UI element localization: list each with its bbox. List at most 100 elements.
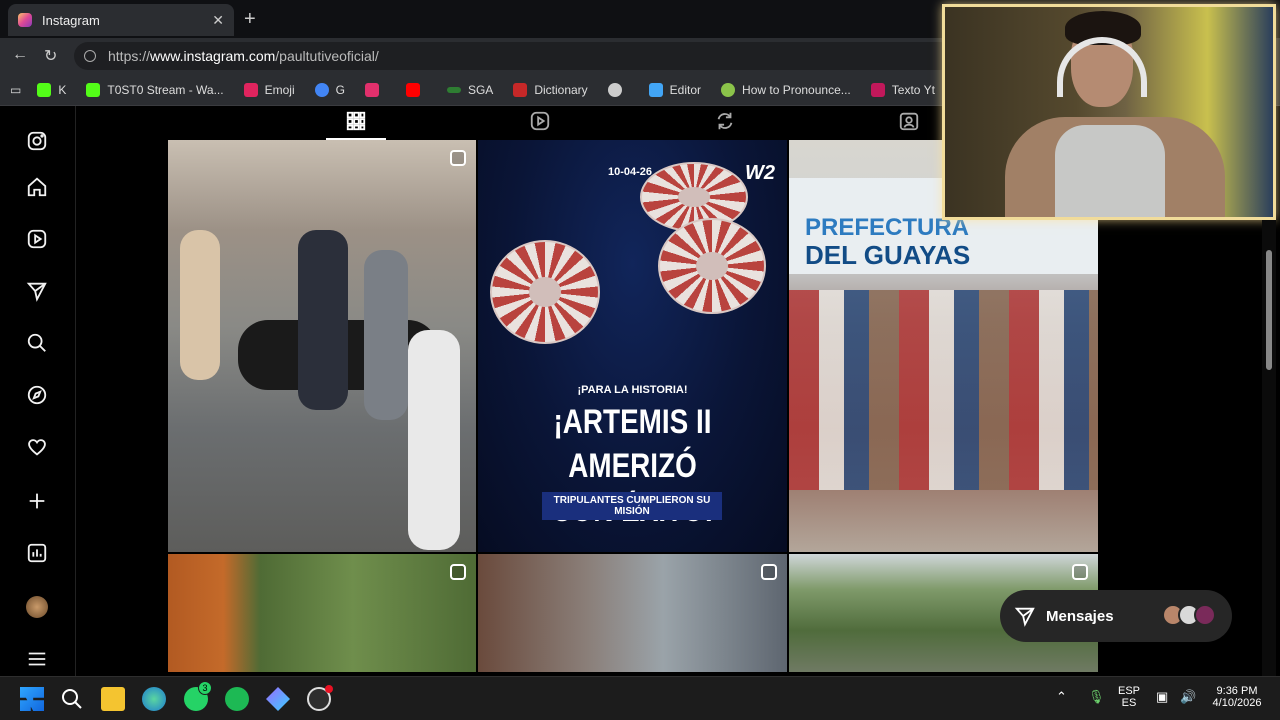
whatsapp-icon[interactable]: 3 [184,681,212,711]
keyboard-layout: ES [1121,697,1137,709]
reel-badge-icon [450,564,466,580]
bookmark-label: Texto Yt [891,82,935,97]
bookmark-label: K [58,82,67,97]
bookmark-youtube[interactable] [405,82,427,97]
language-code: ESP [1117,685,1140,697]
obs-icon[interactable] [307,685,333,711]
openai-icon [607,82,622,97]
back-arrow-icon[interactable]: ← [12,46,28,64]
bookmark-label: Dictionary [534,82,588,97]
bookmark-tosto-stream[interactable]: T0ST0 Stream - Wa... [86,82,224,97]
new-tab-button[interactable]: + [244,8,256,31]
texto-icon [870,82,885,97]
url-prefix: https:// [108,48,151,64]
bookmark-google[interactable]: G [314,82,345,97]
parachute-shape [490,240,600,344]
bookmark-emoji[interactable]: Emoji [243,82,295,97]
tab-instagram[interactable]: Instagram ✕ [8,4,234,36]
insights-icon[interactable] [26,542,48,564]
search-icon[interactable] [60,687,84,711]
home-icon[interactable] [26,176,48,198]
bookmark-instagram[interactable] [364,82,386,97]
app-icon[interactable] [266,687,290,711]
post-artemis-news[interactable]: 10-04-26 W2 ¡PARA LA HISTORIA! ¡ARTEMIS … [478,140,787,552]
address-bar[interactable]: https://www.instagram.com/paultutiveofic… [74,42,954,70]
kick-icon [37,82,52,97]
messages-label: Mensajes [1046,607,1114,625]
youtube-icon [405,82,420,97]
tab-tagged-icon[interactable] [898,110,920,132]
reel-badge-icon [450,150,466,166]
volume-icon[interactable]: 🔊 [1180,689,1196,705]
person-figure [364,250,408,420]
search-icon[interactable] [26,332,48,354]
profile-avatar[interactable] [26,596,48,618]
notifications-heart-icon[interactable] [26,436,48,458]
bookmark-how-to-pronounce[interactable]: How to Pronounce... [721,82,851,97]
tab-reposts-icon[interactable] [714,110,736,132]
pronounce-icon [721,82,736,97]
url-host: www.instagram.com [150,48,276,64]
bookmark-label: Editor [669,82,702,97]
tab-title: Instagram [42,12,100,28]
clock[interactable]: 9:36 PM 4/10/2026 [1206,685,1268,709]
tab-reels-icon[interactable] [529,110,551,132]
spotify-icon[interactable] [225,687,249,711]
crowd-shape [789,290,1098,490]
post-trees[interactable] [168,554,476,672]
reels-icon[interactable] [26,228,48,250]
tray-chevron-icon[interactable]: ⌃ [1056,689,1067,705]
dictionary-icon [513,82,528,97]
editor-icon [648,82,663,97]
google-icon [314,82,329,97]
prefectura-title-2: DEL GUAYAS [805,240,971,270]
messages-icon[interactable] [26,280,48,302]
more-menu-icon[interactable] [26,648,48,670]
post-beach-boat[interactable] [168,140,476,552]
page-scrollbar[interactable] [1262,220,1276,676]
kick-icon [86,82,101,97]
network-icon[interactable]: ▣ [1156,689,1168,705]
tab-posts-grid-icon[interactable] [345,110,367,132]
profile-tabs [168,106,944,136]
create-plus-icon[interactable] [26,490,48,512]
streamer-tanktop [1055,125,1165,217]
close-tab-icon[interactable]: ✕ [212,12,224,29]
news-subtitle: TRIPULANTES CUMPLIERON SU MISIÓN [542,492,722,520]
windows-start-icon[interactable] [20,687,44,711]
instagram-sidebar [0,106,76,676]
instagram-favicon-icon [18,13,32,27]
instagram-logo-icon[interactable] [26,130,48,152]
bookmark-openai[interactable] [607,82,629,97]
scrollbar-thumb[interactable] [1266,250,1272,370]
windows-taskbar: 3 ⌃ 🎙 ESP ES ▣ 🔊 9:36 PM 4/10/2026 [0,676,1280,720]
notification-badge: 3 [198,681,212,695]
bookmark-k[interactable]: K [37,82,67,97]
microphone-icon[interactable]: 🎙 [1088,689,1105,705]
site-info-icon[interactable] [84,50,96,62]
news-date: 10-04-26 [608,166,653,178]
person-figure [180,230,220,380]
post-smoke[interactable] [478,554,787,672]
bookmark-dictionary[interactable]: Dictionary [513,82,588,97]
explore-icon[interactable] [26,384,48,406]
emoji-icon [243,82,258,97]
recording-dot [325,685,333,693]
bookmark-label: G [335,82,345,97]
bookmark-label: SGA [467,82,494,97]
bookmark-editor[interactable]: Editor [648,82,702,97]
reload-icon[interactable]: ↻ [44,46,57,66]
message-avatars [1162,604,1216,626]
bookmark-texto-yt[interactable]: Texto Yt [870,82,935,97]
bookmark-sga[interactable]: SGA [446,82,494,97]
reel-badge-icon [1072,564,1088,580]
edge-browser-icon[interactable] [142,687,166,711]
tab-search-icon[interactable]: ▭ [10,83,21,97]
reel-badge-icon [761,564,777,580]
person-figure [408,330,460,550]
messages-button[interactable]: Mensajes [1000,590,1232,642]
file-explorer-icon[interactable] [101,687,125,711]
clock-date: 4/10/2026 [1212,697,1262,709]
avatar [1194,604,1216,626]
language-indicator[interactable]: ESP ES [1116,685,1142,709]
